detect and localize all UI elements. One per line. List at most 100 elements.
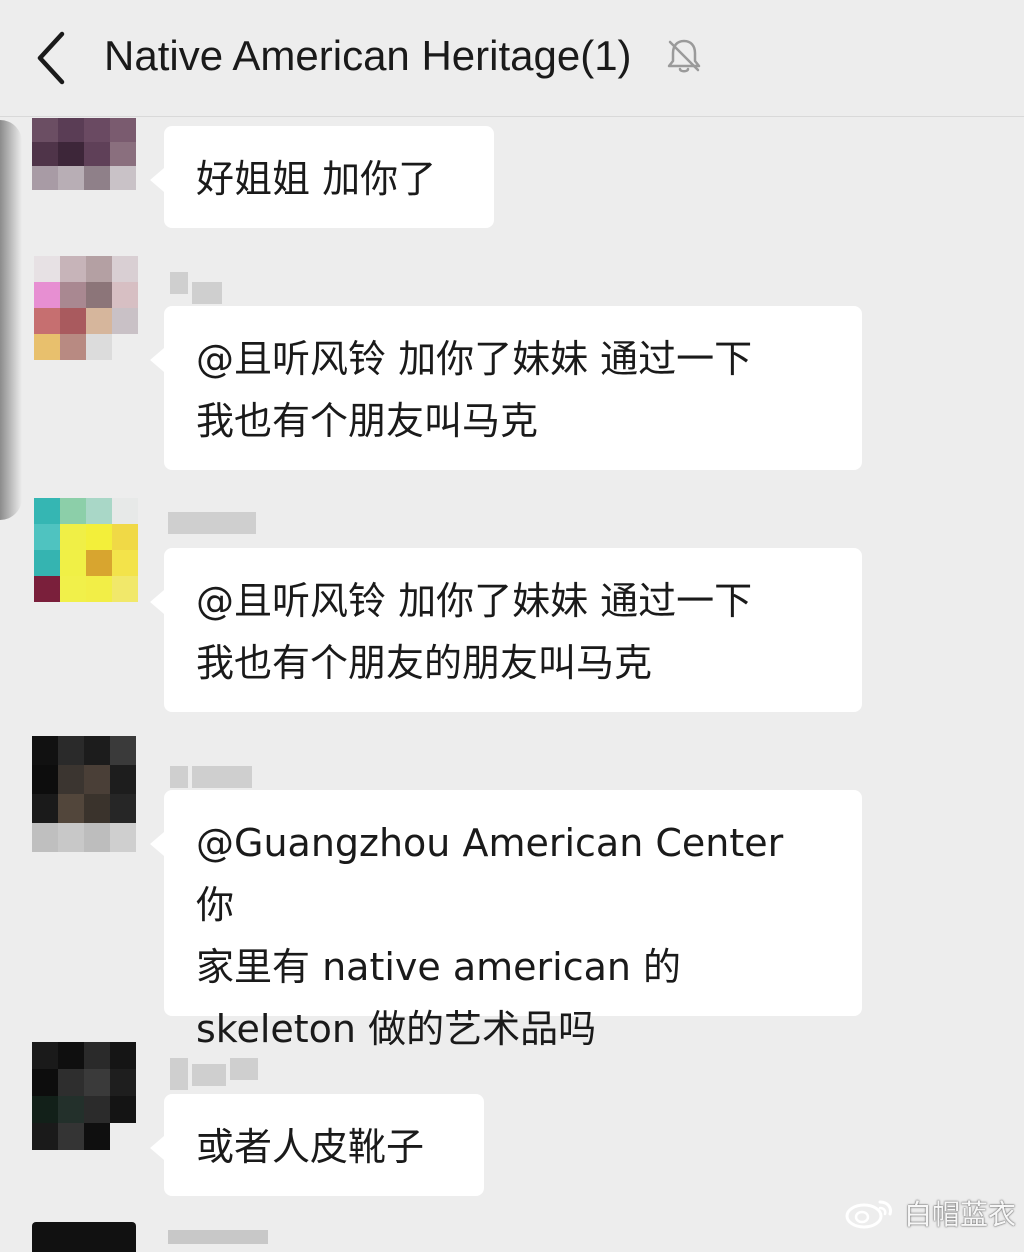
- avatar-pixel: [34, 334, 60, 360]
- avatar-pixel: [84, 765, 110, 794]
- avatar-pixel: [58, 736, 84, 765]
- message-bubble[interactable]: @且听风铃 加你了妹妹 通过一下 我也有个朋友的朋友叫马克: [150, 548, 862, 712]
- avatar-pixel: [110, 118, 136, 142]
- avatar-pixel: [112, 282, 138, 308]
- avatar-pixel: [86, 308, 112, 334]
- bell-muted-icon: [667, 39, 701, 73]
- avatar-pixel: [58, 166, 84, 190]
- avatar-pixel: [110, 166, 136, 190]
- avatar-pixel: [60, 498, 86, 524]
- avatar-pixel: [112, 256, 138, 282]
- avatar-pixel: [84, 1042, 110, 1069]
- avatar-pixel: [86, 576, 112, 602]
- avatar-pixel: [110, 142, 136, 166]
- avatar-pixel: [32, 1123, 58, 1150]
- avatar-pixel: [34, 524, 60, 550]
- chat-title: Native American Heritage(1): [104, 32, 632, 79]
- avatar-pixel: [60, 576, 86, 602]
- avatar-pixel: [34, 576, 60, 602]
- sender-name-blurred: [170, 272, 222, 304]
- avatar-pixel: [32, 1069, 58, 1096]
- back-button[interactable]: [28, 26, 78, 90]
- avatar-pixel: [112, 498, 138, 524]
- avatar-pixel: [32, 166, 58, 190]
- avatar-pixel: [110, 765, 136, 794]
- avatar-pixel: [58, 1123, 84, 1150]
- avatar[interactable]: [32, 1042, 136, 1150]
- avatar-pixel: [34, 550, 60, 576]
- avatar-pixel: [112, 308, 138, 334]
- avatar-pixel: [112, 576, 138, 602]
- avatar-pixel: [32, 736, 58, 765]
- avatar[interactable]: [34, 498, 138, 602]
- avatar-pixel: [84, 166, 110, 190]
- avatar-pixel: [86, 334, 112, 360]
- avatar-pixel: [34, 256, 60, 282]
- avatar-pixel: [110, 1123, 136, 1150]
- avatar-pixel: [84, 1123, 110, 1150]
- avatar-pixel: [60, 308, 86, 334]
- avatar[interactable]: [34, 256, 138, 360]
- avatar-pixel: [60, 550, 86, 576]
- watermark-text: 白帽蓝衣: [903, 1198, 1016, 1231]
- sender-name-blurred: [168, 1230, 268, 1244]
- avatar-pixel: [110, 1096, 136, 1123]
- avatar-pixel: [84, 142, 110, 166]
- avatar-pixel: [58, 1096, 84, 1123]
- avatar-pixel: [60, 524, 86, 550]
- weibo-logo-icon: [845, 1200, 892, 1229]
- avatar-pixel: [86, 256, 112, 282]
- window-edge-shadow: [0, 120, 22, 520]
- message-bubble[interactable]: 好姐姐 加你了: [150, 126, 494, 228]
- avatar-pixel: [58, 1042, 84, 1069]
- avatar-pixel: [86, 498, 112, 524]
- avatar-pixel: [84, 823, 110, 852]
- avatar-pixel: [84, 794, 110, 823]
- message-bubble[interactable]: 或者人皮靴子: [150, 1094, 484, 1196]
- avatar-pixel: [32, 118, 58, 142]
- sender-name-blurred: [170, 766, 252, 792]
- avatar-pixel: [32, 794, 58, 823]
- avatar-pixel: [32, 1042, 58, 1069]
- avatar[interactable]: [32, 118, 136, 190]
- chat-header: Native American Heritage(1): [0, 0, 1024, 117]
- watermark: 白帽蓝衣: [842, 1193, 1016, 1233]
- sender-name-blurred: [168, 512, 256, 538]
- avatar-pixel: [58, 1069, 84, 1096]
- avatar-pixel: [34, 308, 60, 334]
- avatar-pixel: [110, 736, 136, 765]
- avatar-pixel: [58, 142, 84, 166]
- avatar-pixel: [112, 524, 138, 550]
- avatar-pixel: [60, 256, 86, 282]
- avatar[interactable]: [32, 736, 136, 852]
- avatar-pixel: [58, 118, 84, 142]
- avatar-pixel: [84, 1096, 110, 1123]
- avatar-pixel: [32, 823, 58, 852]
- avatar-pixel: [32, 142, 58, 166]
- avatar-pixel: [34, 282, 60, 308]
- avatar-pixel: [110, 1042, 136, 1069]
- avatar-pixel: [84, 736, 110, 765]
- avatar-pixel: [110, 794, 136, 823]
- avatar-pixel: [58, 765, 84, 794]
- avatar-pixel: [84, 1069, 110, 1096]
- avatar-pixel: [58, 823, 84, 852]
- avatar-pixel: [110, 1069, 136, 1096]
- avatar-pixel: [110, 823, 136, 852]
- avatar-pixel: [32, 1096, 58, 1123]
- chevron-left-icon: [37, 31, 65, 85]
- avatar-pixel: [32, 765, 58, 794]
- message-bubble[interactable]: @且听风铃 加你了妹妹 通过一下 我也有个朋友叫马克: [150, 306, 862, 470]
- avatar-pixel: [86, 550, 112, 576]
- avatar-pixel: [86, 282, 112, 308]
- avatar-pixel: [86, 524, 112, 550]
- sender-name-blurred: [170, 1058, 258, 1090]
- avatar-pixel: [112, 334, 138, 360]
- avatar[interactable]: [32, 1222, 136, 1252]
- avatar-pixel: [60, 334, 86, 360]
- avatar-pixel: [34, 498, 60, 524]
- avatar-pixel: [84, 118, 110, 142]
- avatar-pixel: [60, 282, 86, 308]
- message-bubble[interactable]: @Guangzhou American Center 你 家里有 native …: [150, 790, 862, 1051]
- avatar-pixel: [112, 550, 138, 576]
